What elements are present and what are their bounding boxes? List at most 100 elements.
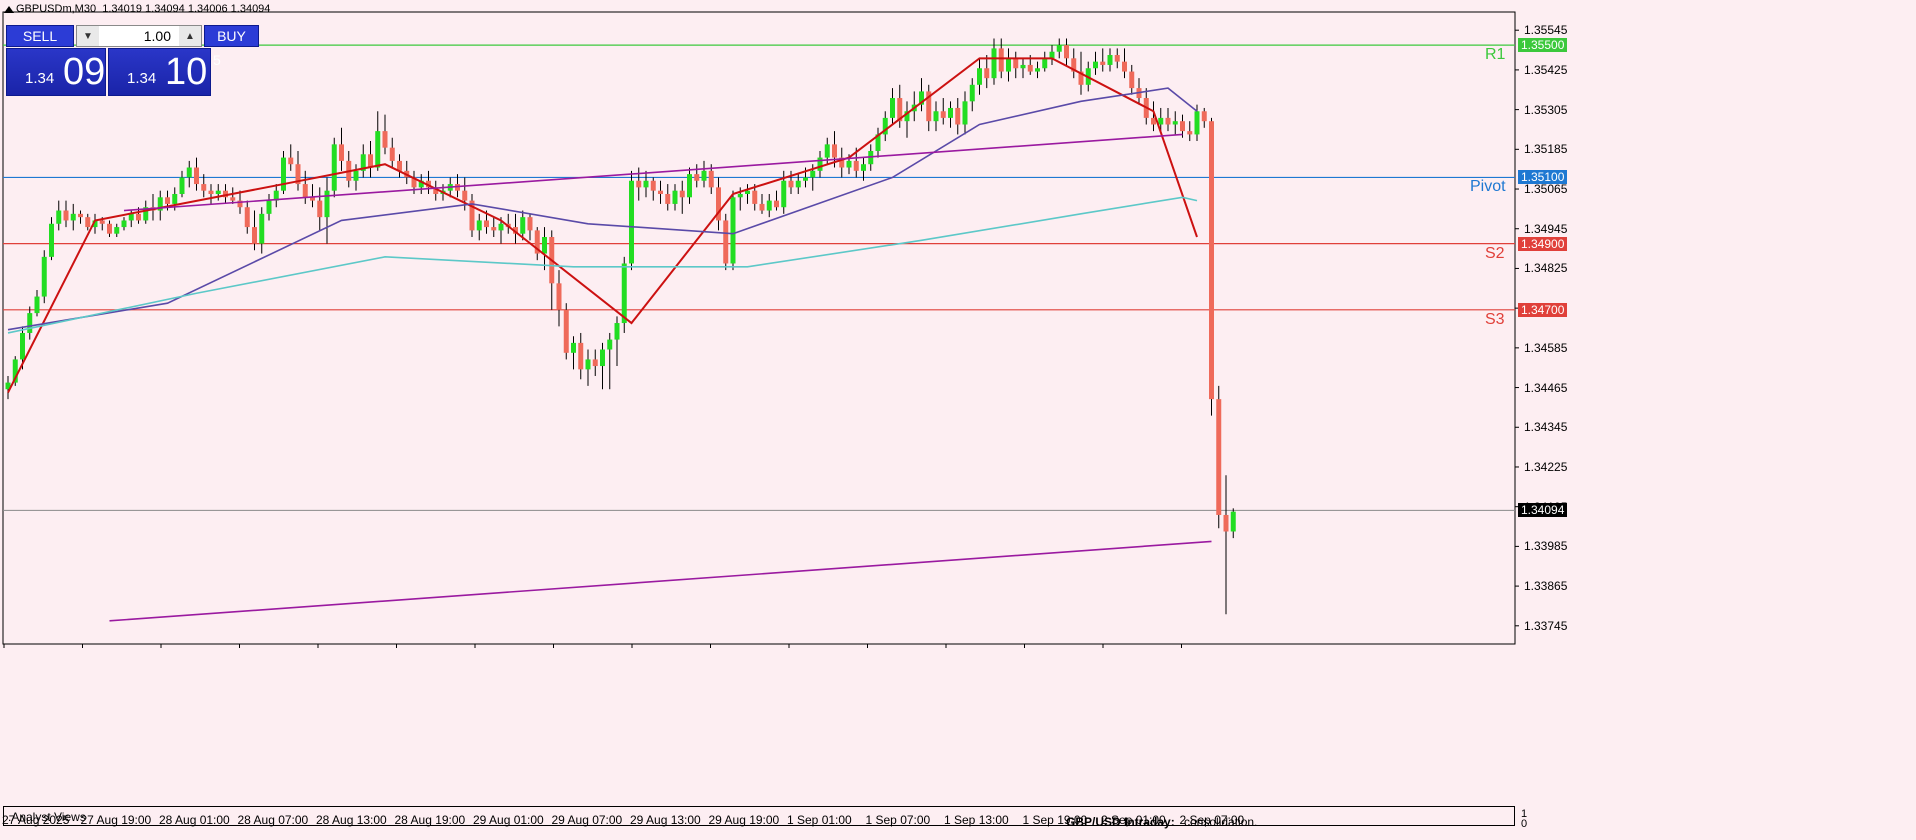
buy-price-box[interactable]: 1.34 10 5 [108, 48, 221, 96]
level-price-tag: 1.35100 [1518, 170, 1568, 185]
symbol-menu-icon[interactable] [4, 6, 14, 13]
candle-body-up [34, 296, 40, 314]
y-tick-label: 1.33865 [1524, 579, 1568, 594]
sell-button[interactable]: SELL [6, 25, 74, 47]
level-price-tag: 1.34900 [1518, 236, 1568, 251]
x-tick-label: 27 Aug 19:00 [80, 813, 152, 827]
candle-body-up [948, 107, 953, 118]
candle-body-up [571, 342, 576, 353]
candle-body-up [49, 223, 54, 257]
y-tick-label: 1.35185 [1524, 142, 1568, 157]
x-tick-label: 27 Aug 2025 [2, 813, 70, 827]
y-tick-label: 1.34345 [1524, 420, 1568, 435]
candle-body-down [563, 309, 569, 353]
y-tick-label: 1.33745 [1524, 618, 1568, 633]
lot-size-stepper[interactable]: ▼ 1.00 ▲ [76, 25, 202, 47]
candle-body-down [1122, 61, 1127, 72]
candle-body-up [324, 190, 330, 218]
candle-body-up [281, 157, 286, 191]
candle-body-down [1216, 399, 1222, 515]
y-tick-label: 1.35545 [1524, 23, 1568, 38]
candle-body-up [614, 323, 620, 340]
candle-body-down [1129, 71, 1135, 89]
candle-body-up [542, 237, 547, 254]
candle-body-down [85, 217, 91, 228]
candle-body-up [1035, 68, 1040, 72]
sell-price-prefix: 1.34 [25, 70, 55, 87]
candle-body-up [1056, 45, 1062, 52]
candle-body-down [1027, 64, 1033, 72]
x-tick-label: 28 Aug 07:00 [237, 813, 309, 827]
candle-body-up [215, 190, 221, 194]
candle-body-down [252, 227, 257, 244]
candle-body-down [1013, 58, 1019, 69]
lot-decrease-icon[interactable]: ▼ [77, 26, 99, 46]
chart-header: GBPUSDm,M30 1.34019 1.34094 1.34006 1.34… [16, 3, 270, 15]
candle-body-down [679, 190, 685, 198]
candle-body-up [70, 213, 76, 221]
sell-price-box[interactable]: 1.34 09 4 [6, 48, 119, 96]
subwindow-scale-bottom: 0 [1521, 818, 1528, 830]
buy-price-prefix: 1.34 [127, 70, 157, 87]
candle-body-down [194, 167, 199, 185]
candle-body-up [672, 190, 678, 204]
plot-frame [2, 11, 1516, 645]
candle-body-down [107, 223, 112, 234]
lot-increase-icon[interactable]: ▲ [179, 26, 201, 46]
candle-body-down [759, 203, 765, 211]
candle-body-up [331, 144, 337, 191]
candle-body-down [1180, 121, 1185, 132]
y-tick-label: 1.34585 [1524, 340, 1568, 355]
candle-body-down [78, 213, 83, 218]
x-tick-label: 29 Aug 07:00 [551, 813, 623, 827]
candle-body-up [861, 164, 866, 171]
candle-body-up [1230, 511, 1236, 532]
candle-body-up [810, 170, 816, 178]
sell-price-pips: 09 [63, 51, 106, 93]
candle-body-up [737, 193, 743, 198]
candle-body-up [585, 359, 591, 370]
candle-body-up [795, 180, 801, 188]
candle-body-up [1158, 117, 1164, 125]
candle-body-down [955, 107, 961, 125]
candle-body-up [121, 220, 127, 228]
symbol-label: GBPUSDm,M30 [16, 3, 97, 15]
candle-body-up [890, 98, 895, 118]
y-tick-label: 1.35305 [1524, 102, 1568, 117]
x-tick-label: 1 Sep 19:00 [1022, 813, 1088, 827]
x-tick-label: 29 Aug 01:00 [473, 813, 544, 827]
candle-body-down [1187, 131, 1193, 135]
x-tick-label: 1 Sep 07:00 [865, 813, 931, 827]
candle-body-down [317, 200, 323, 218]
candle-body-down [998, 48, 1004, 72]
candle-body-down [1114, 55, 1120, 62]
candle-body-up [1194, 111, 1200, 135]
candle-body-down [288, 157, 294, 165]
price-chart[interactable] [0, 0, 1916, 840]
x-tick-label: 1 Sep 13:00 [944, 813, 1009, 827]
x-tick-label: 2 Sep 01:00 [1101, 813, 1166, 827]
candle-body-down [853, 160, 859, 171]
candle-body-down [230, 197, 236, 201]
candle-body-up [962, 101, 968, 125]
candle-body-down [650, 180, 656, 191]
candle-body-down [1064, 45, 1069, 59]
candle-body-down [389, 147, 395, 161]
candle-body-up [933, 111, 939, 122]
candle-body-down [165, 197, 170, 204]
candle-body-up [745, 190, 750, 194]
y-tick-label: 1.34945 [1524, 221, 1568, 236]
candle-body-down [382, 131, 388, 148]
candle-body-up [600, 349, 605, 367]
candle-body-up [730, 197, 736, 264]
candle-body-up [687, 174, 692, 198]
buy-button[interactable]: BUY [204, 25, 259, 47]
level-price-tag: 1.34700 [1518, 302, 1568, 317]
candle-body-up [766, 200, 772, 211]
candle-body-up [114, 227, 120, 234]
candle-body-down [99, 220, 105, 224]
candle-body-up [607, 339, 613, 350]
candle-body-up [977, 68, 982, 85]
lot-size-value[interactable]: 1.00 [101, 28, 177, 44]
candle-body-up [520, 217, 526, 234]
